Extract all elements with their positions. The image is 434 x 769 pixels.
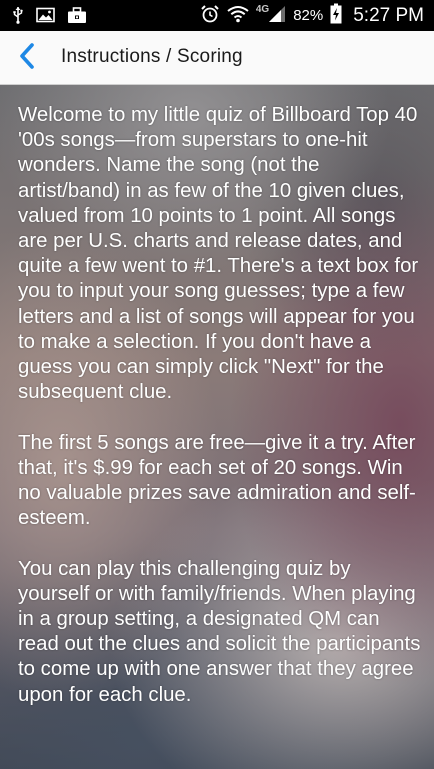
system-status: 4G 82% 5:27 PM: [200, 0, 424, 31]
page-title: Instructions / Scoring: [61, 46, 243, 67]
clock: 5:27 PM: [353, 4, 424, 26]
briefcase-icon: [67, 6, 87, 29]
action-bar: Instructions / Scoring: [0, 31, 434, 85]
back-button[interactable]: [12, 42, 42, 74]
usb-icon: [12, 6, 24, 29]
network-type-label: 4G: [255, 4, 270, 15]
alarm-icon: [200, 4, 220, 28]
chevron-left-icon: [18, 42, 36, 74]
signal-icon: [268, 5, 286, 27]
wifi-icon: [227, 5, 249, 27]
status-bar: 4G 82% 5:27 PM: [0, 0, 434, 31]
battery-charging-icon: [330, 3, 342, 28]
screen: 4G 82% 5:27 PM Instructions / Scoring We…: [0, 0, 434, 769]
instructions-paragraph-group-play: You can play this challenging quiz by yo…: [18, 557, 421, 706]
instructions-paragraph-intro: Welcome to my little quiz of Billboard T…: [18, 104, 419, 404]
notification-icons: [12, 6, 87, 29]
instructions-paragraph-pricing: The first 5 songs are free—give it a try…: [18, 431, 416, 530]
image-icon: [36, 7, 55, 28]
battery-percent: 82%: [293, 7, 324, 24]
instructions-scroll-view[interactable]: Welcome to my little quiz of Billboard T…: [0, 85, 434, 769]
instructions-text: Welcome to my little quiz of Billboard T…: [18, 103, 423, 733]
